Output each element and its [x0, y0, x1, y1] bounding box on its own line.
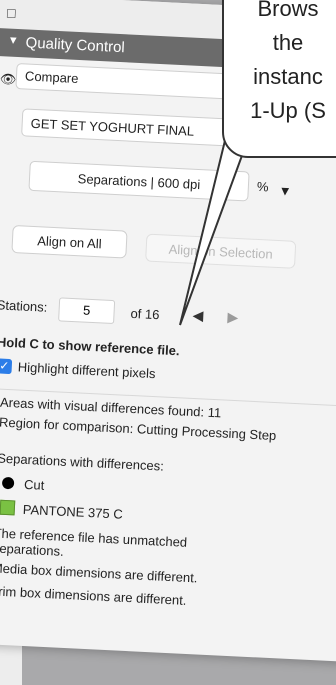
callout-line: Brows [257, 0, 319, 21]
stage: □ ↦ ▼ Quality Control 👁 Compare GET SET … [0, 0, 336, 685]
callout-text: Brows the instanc 1-Up (S [228, 0, 336, 128]
callout-line: instanc [253, 64, 323, 89]
callout-line: the [272, 30, 304, 55]
callout-line: 1-Up (S [250, 98, 326, 123]
